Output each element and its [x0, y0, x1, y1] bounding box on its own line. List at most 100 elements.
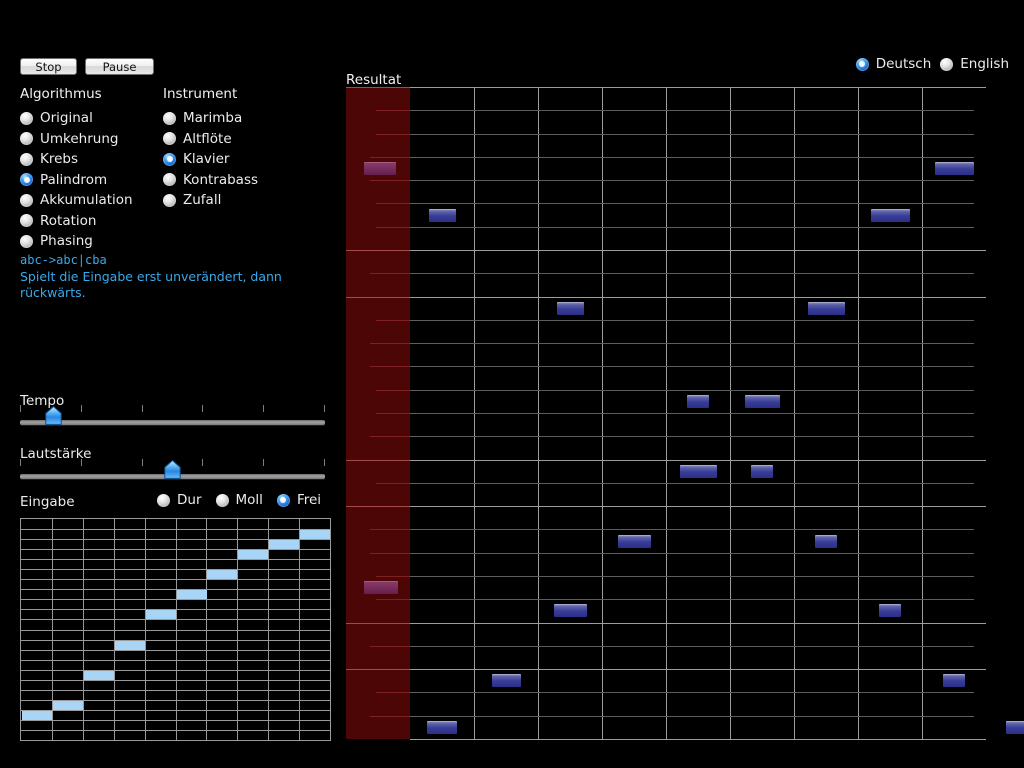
algorithm-option-label: Phasing — [40, 233, 93, 249]
input-note[interactable] — [84, 671, 114, 680]
input-note[interactable] — [207, 570, 237, 579]
piano-keyboard[interactable] — [346, 87, 410, 739]
input-label: Eingabe — [20, 494, 75, 510]
algorithm-option-krebs[interactable]: Krebs — [20, 151, 150, 167]
grid-line — [410, 203, 974, 204]
grid-line — [21, 720, 330, 721]
result-note — [687, 395, 709, 408]
grid-line — [21, 730, 330, 731]
language-option-english[interactable]: English — [940, 56, 1009, 72]
tick-mark — [263, 405, 265, 412]
result-note — [808, 302, 845, 315]
black-key-separator — [376, 692, 410, 693]
instrument-option-altfloete[interactable]: Altflöte — [163, 131, 293, 147]
black-key-separator — [370, 553, 410, 554]
algorithm-formula: abc->abc|cba — [20, 253, 107, 267]
language-option-deutsch[interactable]: Deutsch — [855, 56, 931, 72]
radio-icon[interactable] — [163, 193, 176, 207]
radio-icon[interactable] — [157, 493, 170, 507]
stop-button[interactable]: Stop — [20, 58, 77, 75]
grid-line — [410, 157, 974, 158]
radio-icon[interactable] — [20, 193, 33, 207]
result-note — [815, 535, 837, 548]
algorithm-option-umkehrung[interactable]: Umkehrung — [20, 130, 150, 147]
radio-icon[interactable] — [20, 152, 33, 166]
pause-button[interactable]: Pause — [85, 58, 154, 75]
tick-mark — [141, 405, 143, 412]
input-note[interactable] — [177, 590, 207, 599]
grid-line — [410, 343, 974, 344]
white-key-separator — [346, 460, 410, 461]
grid-line — [410, 739, 986, 740]
grid-line — [21, 619, 330, 620]
radio-icon[interactable] — [163, 132, 176, 145]
black-key-separator — [376, 576, 410, 577]
tick-mark — [202, 405, 204, 412]
grid-line — [410, 436, 974, 437]
algorithm-option-label: Akkumulation — [40, 192, 133, 208]
input-scale-option-frei[interactable]: Frei — [276, 492, 321, 508]
input-scale-option-moll[interactable]: Moll — [215, 492, 263, 508]
radio-icon[interactable] — [163, 152, 176, 166]
algorithm-option-akkumulation[interactable]: Akkumulation — [20, 192, 150, 208]
algorithm-option-label: Umkehrung — [40, 130, 119, 147]
input-scale-label: Moll — [235, 492, 263, 508]
radio-icon[interactable] — [20, 111, 33, 125]
input-scale-label: Dur — [177, 492, 202, 508]
language-option-label: English — [960, 56, 1009, 72]
language-selector: Deutsch English — [855, 56, 1009, 72]
radio-icon[interactable] — [20, 214, 33, 227]
input-note[interactable] — [53, 701, 83, 710]
instrument-option-klavier[interactable]: Klavier — [163, 151, 293, 167]
grid-line — [21, 599, 330, 600]
radio-icon[interactable] — [163, 173, 176, 186]
black-key-separator — [370, 157, 410, 158]
tick-mark — [80, 405, 82, 412]
input-note[interactable] — [300, 530, 330, 539]
input-note[interactable] — [115, 641, 145, 650]
input-note[interactable] — [238, 550, 268, 559]
input-note[interactable] — [146, 610, 176, 619]
grid-line — [410, 320, 974, 321]
radio-icon[interactable] — [20, 234, 33, 248]
radio-icon[interactable] — [20, 173, 33, 186]
result-note — [429, 209, 456, 222]
black-key-separator — [370, 716, 410, 717]
radio-icon[interactable] — [20, 132, 33, 145]
algorithm-option-rotation[interactable]: Rotation — [20, 213, 150, 229]
grid-line — [410, 623, 986, 624]
white-key-separator — [346, 669, 410, 670]
result-piano-roll — [410, 87, 1024, 740]
input-note[interactable] — [22, 711, 52, 720]
tempo-slider[interactable] — [20, 420, 325, 425]
grid-line — [410, 646, 974, 647]
algorithm-option-original[interactable]: Original — [20, 110, 150, 126]
algorithm-option-phasing[interactable]: Phasing — [20, 233, 150, 249]
grid-line — [21, 640, 330, 641]
black-key-separator — [370, 366, 410, 367]
input-scale-option-dur[interactable]: Dur — [157, 492, 202, 508]
radio-icon[interactable] — [215, 493, 229, 507]
result-note — [879, 604, 901, 617]
input-note-grid[interactable] — [20, 518, 331, 741]
input-note[interactable] — [269, 540, 299, 549]
radio-icon[interactable] — [855, 57, 869, 71]
algorithm-option-palindrom[interactable]: Palindrom — [20, 172, 150, 188]
instrument-option-kontrabass[interactable]: Kontrabass — [163, 172, 293, 188]
tempo-ticks — [20, 405, 325, 412]
instrument-group-title: Instrument — [163, 86, 238, 102]
grid-line — [410, 180, 974, 181]
black-key-separator — [370, 273, 410, 274]
tempo-slider-thumb[interactable] — [45, 406, 62, 425]
algorithm-group-title: Algorithmus — [20, 86, 102, 102]
radio-icon[interactable] — [276, 493, 290, 507]
instrument-option-marimba[interactable]: Marimba — [163, 110, 293, 126]
instrument-option-zufall[interactable]: Zufall — [163, 192, 293, 208]
result-note — [554, 604, 587, 617]
radio-icon[interactable] — [940, 57, 954, 71]
radio-icon[interactable] — [163, 111, 176, 125]
algorithm-option-label: Krebs — [40, 151, 79, 167]
volume-slider-thumb[interactable] — [164, 460, 181, 479]
grid-line — [410, 413, 974, 414]
result-note — [871, 209, 910, 222]
